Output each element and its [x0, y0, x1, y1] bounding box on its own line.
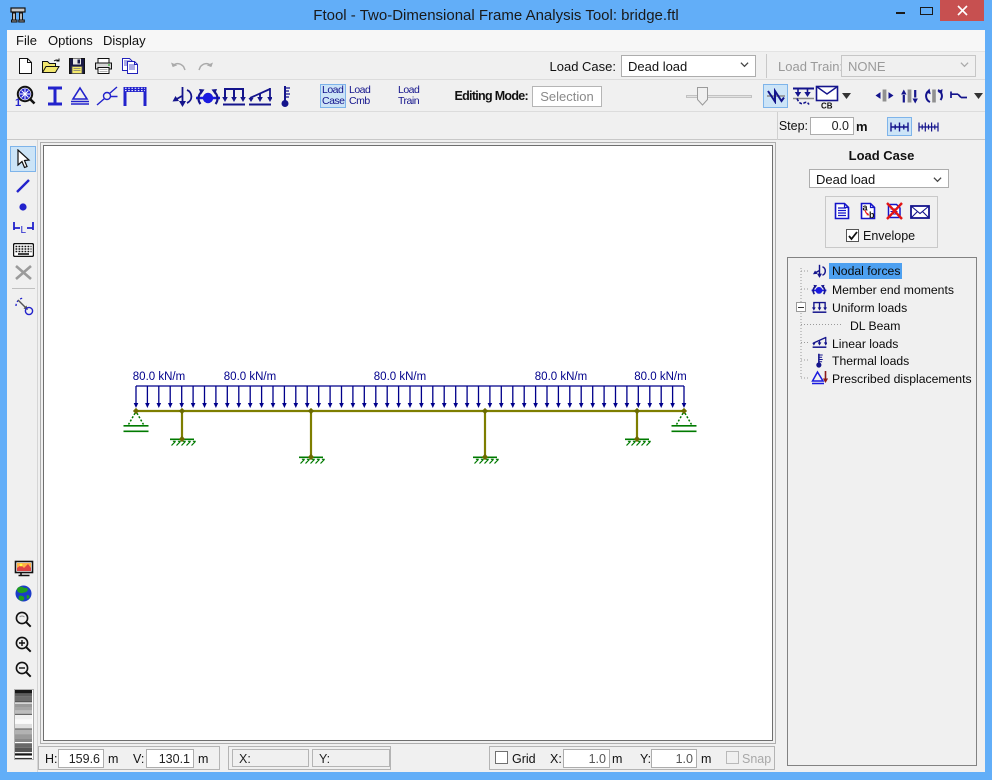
svg-text:L: L: [21, 225, 27, 236]
svg-text:CB: CB: [821, 102, 833, 110]
svg-text:80.0 kN/m: 80.0 kN/m: [535, 371, 587, 383]
svg-text:80.0 kN/m: 80.0 kN/m: [374, 371, 426, 383]
svg-text:80.0 kN/m: 80.0 kN/m: [224, 371, 276, 383]
svg-text:80.0 kN/m: 80.0 kN/m: [133, 371, 185, 383]
svg-text:80.0 kN/m: 80.0 kN/m: [634, 371, 686, 383]
svg-text:1: 1: [15, 97, 21, 109]
svg-text:b: b: [869, 210, 875, 220]
